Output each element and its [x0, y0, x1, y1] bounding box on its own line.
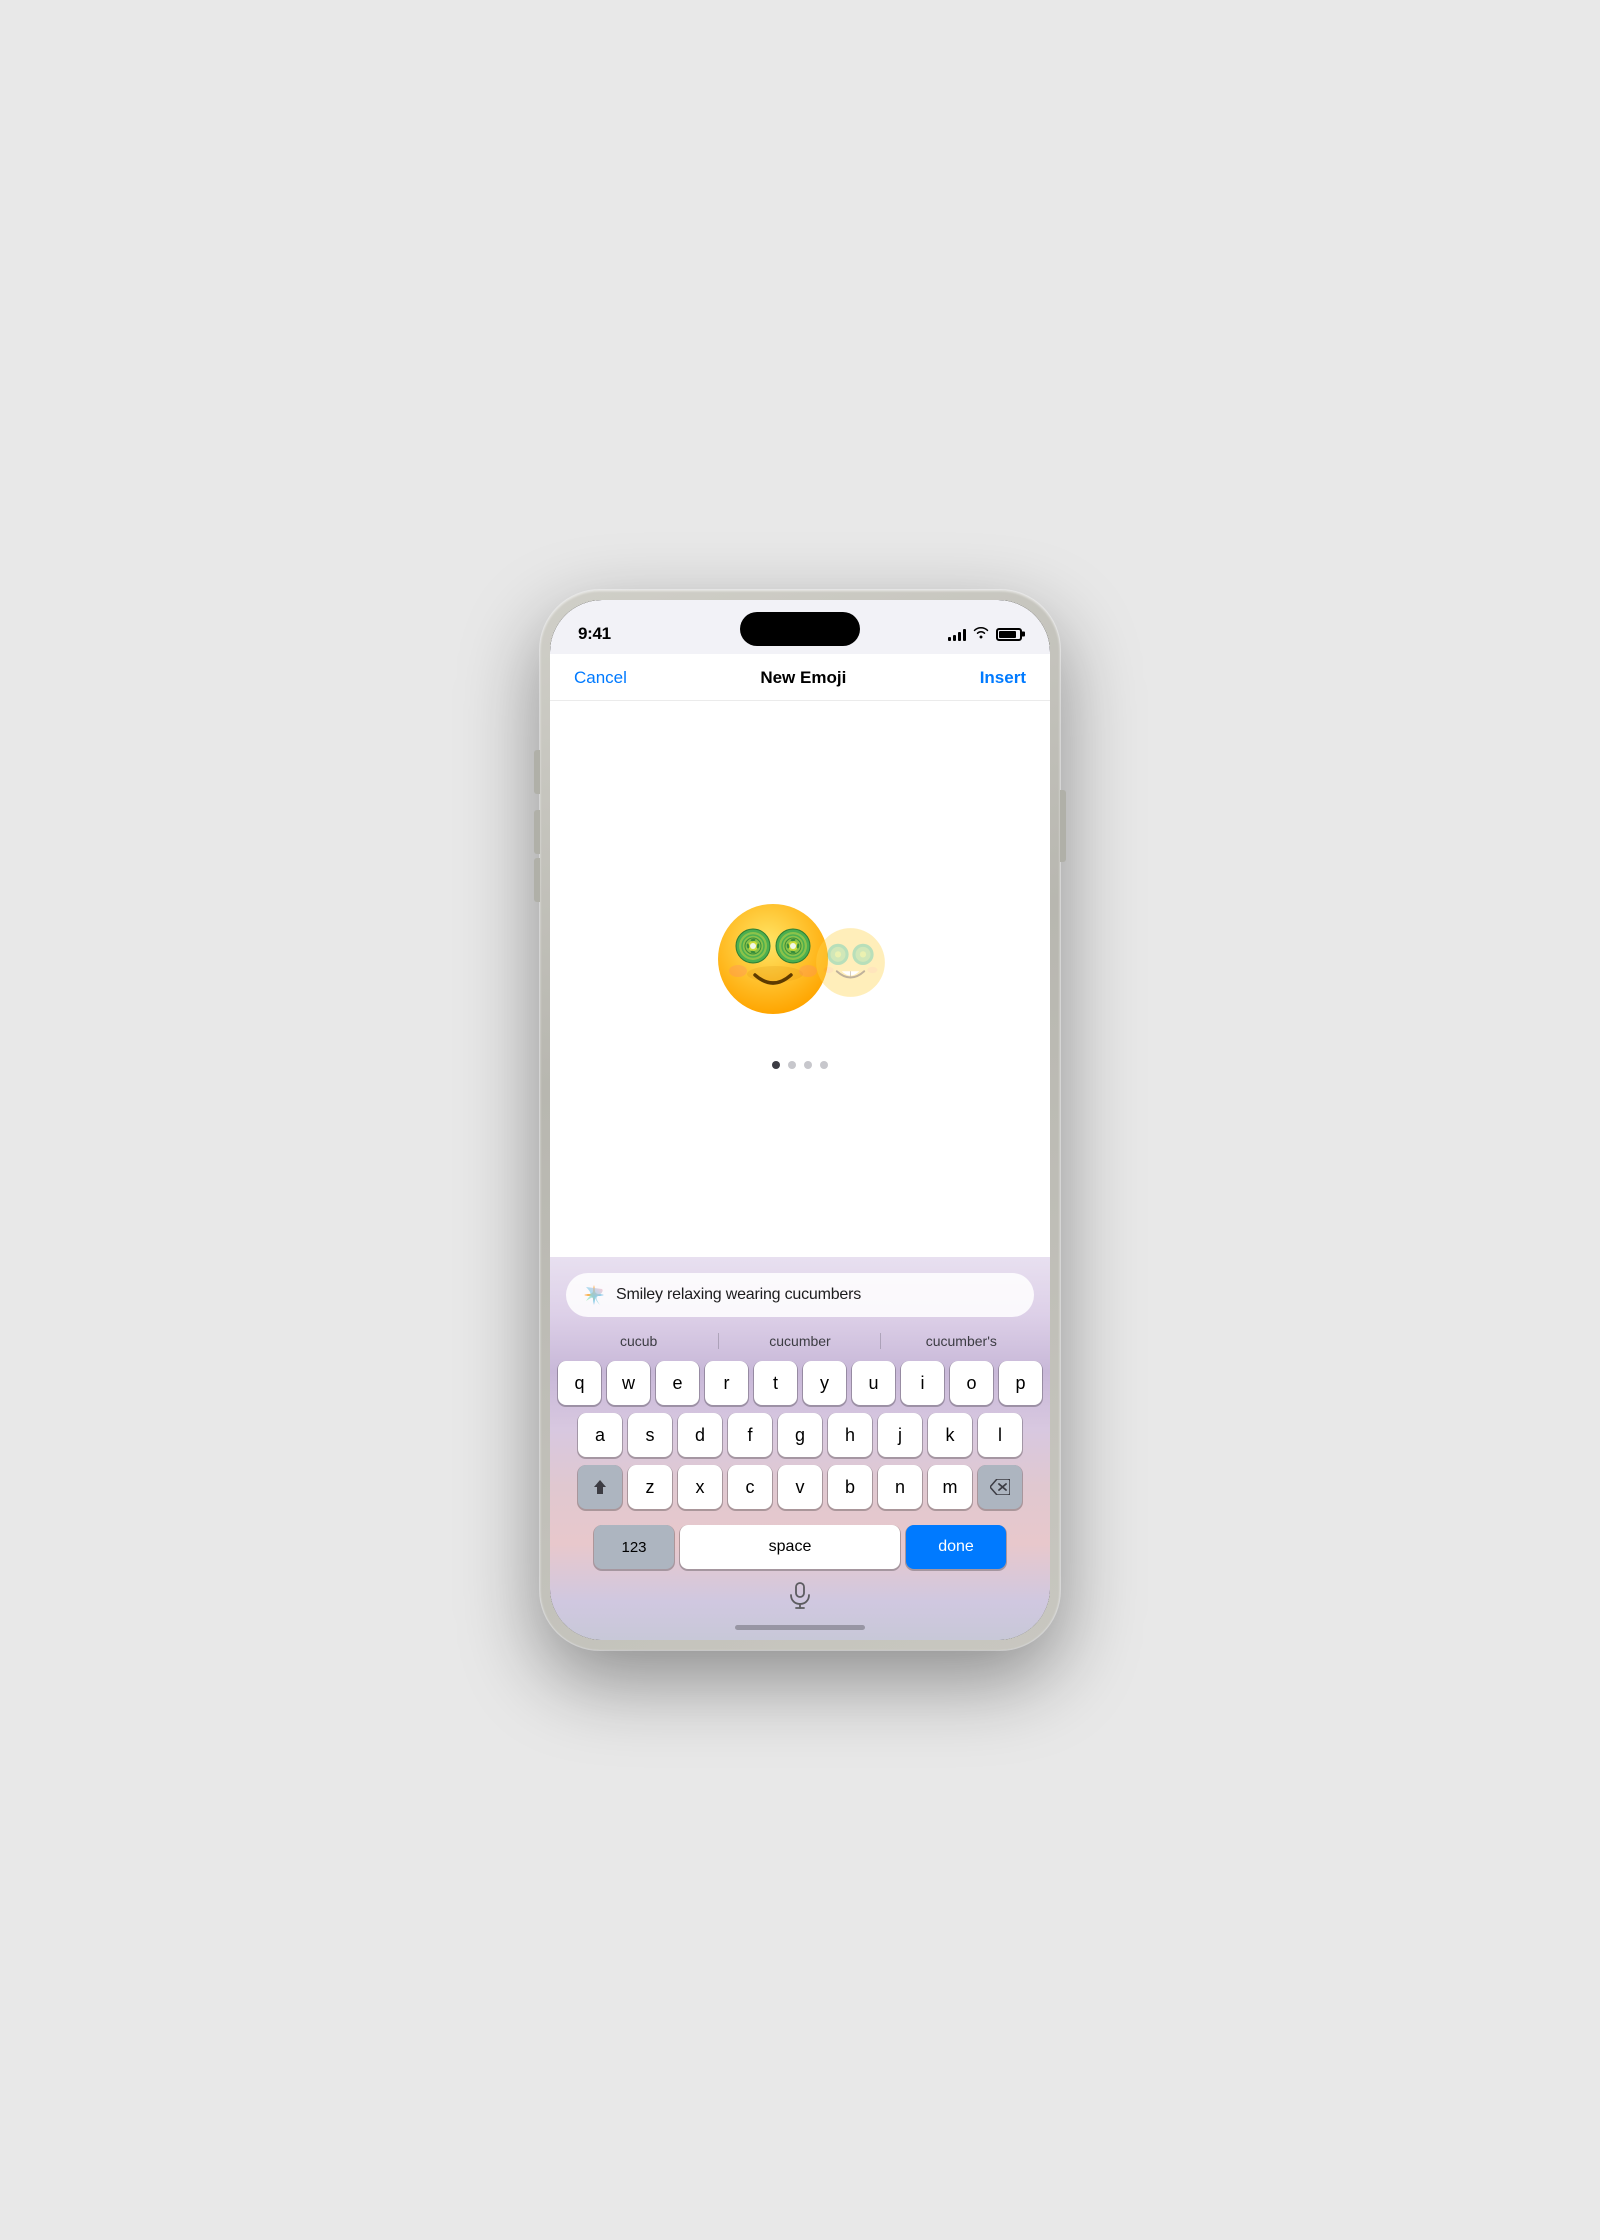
shift-key[interactable] — [578, 1465, 622, 1509]
key-row-1: q w e r t y u i o p — [558, 1361, 1042, 1405]
key-a[interactable]: a — [578, 1413, 622, 1457]
key-i[interactable]: i — [901, 1361, 944, 1405]
space-key[interactable]: space — [680, 1525, 900, 1569]
key-t[interactable]: t — [754, 1361, 797, 1405]
dynamic-island — [740, 612, 860, 646]
screen: 9:41 — [550, 600, 1050, 1640]
keyboard: q w e r t y u i o p a s — [550, 1357, 1050, 1575]
key-d[interactable]: d — [678, 1413, 722, 1457]
key-row-3: z x c v b n m — [558, 1465, 1042, 1509]
wifi-icon — [973, 626, 989, 642]
key-y[interactable]: y — [803, 1361, 846, 1405]
battery-fill — [999, 631, 1016, 638]
key-v[interactable]: v — [778, 1465, 822, 1509]
key-j[interactable]: j — [878, 1413, 922, 1457]
done-key[interactable]: done — [906, 1525, 1006, 1569]
search-input-wrap[interactable]: Smiley relaxing wearing cucumbers — [566, 1273, 1034, 1317]
key-x[interactable]: x — [678, 1465, 722, 1509]
emoji-carousel — [570, 889, 1030, 1047]
page-dot-1[interactable] — [772, 1061, 780, 1069]
delete-key[interactable] — [978, 1465, 1022, 1509]
page-dots — [772, 1061, 828, 1069]
signal-icon — [948, 628, 966, 641]
numbers-key[interactable]: 123 — [594, 1525, 674, 1569]
microphone-icon[interactable] — [786, 1581, 814, 1609]
secondary-emoji — [813, 925, 888, 1012]
autocomplete-item-1[interactable]: cucub — [558, 1327, 719, 1355]
key-h[interactable]: h — [828, 1413, 872, 1457]
key-c[interactable]: c — [728, 1465, 772, 1509]
page-title: New Emoji — [760, 668, 846, 688]
home-bar — [735, 1625, 865, 1630]
key-e[interactable]: e — [656, 1361, 699, 1405]
page-dot-3[interactable] — [804, 1061, 812, 1069]
key-r[interactable]: r — [705, 1361, 748, 1405]
key-n[interactable]: n — [878, 1465, 922, 1509]
key-b[interactable]: b — [828, 1465, 872, 1509]
key-w[interactable]: w — [607, 1361, 650, 1405]
nav-bar: Cancel New Emoji Insert — [550, 654, 1050, 701]
status-icons — [948, 626, 1022, 642]
key-k[interactable]: k — [928, 1413, 972, 1457]
keyboard-area: Smiley relaxing wearing cucumbers cucub … — [550, 1257, 1050, 1640]
battery-icon — [996, 628, 1022, 641]
phone-frame: 9:41 — [540, 590, 1060, 1650]
emoji-display-area — [550, 701, 1050, 1257]
apple-intelligence-icon — [582, 1283, 606, 1307]
key-p[interactable]: p — [999, 1361, 1042, 1405]
page-dot-2[interactable] — [788, 1061, 796, 1069]
cancel-button[interactable]: Cancel — [574, 668, 627, 688]
autocomplete-item-2[interactable]: cucumber — [719, 1327, 880, 1355]
key-z[interactable]: z — [628, 1465, 672, 1509]
key-f[interactable]: f — [728, 1413, 772, 1457]
insert-button[interactable]: Insert — [980, 668, 1026, 688]
key-row-2: a s d f g h j k l — [558, 1413, 1042, 1457]
key-u[interactable]: u — [852, 1361, 895, 1405]
key-l[interactable]: l — [978, 1413, 1022, 1457]
key-g[interactable]: g — [778, 1413, 822, 1457]
key-o[interactable]: o — [950, 1361, 993, 1405]
status-time: 9:41 — [578, 624, 611, 644]
search-input[interactable]: Smiley relaxing wearing cucumbers — [616, 1286, 1018, 1304]
mic-area — [550, 1575, 1050, 1619]
key-s[interactable]: s — [628, 1413, 672, 1457]
key-m[interactable]: m — [928, 1465, 972, 1509]
key-q[interactable]: q — [558, 1361, 601, 1405]
action-row: 123 space done — [558, 1517, 1042, 1575]
search-container: Smiley relaxing wearing cucumbers — [550, 1265, 1050, 1323]
autocomplete-item-3[interactable]: cucumber's — [881, 1327, 1042, 1355]
page-dot-4[interactable] — [820, 1061, 828, 1069]
home-indicator — [550, 1619, 1050, 1640]
phone-inner: 9:41 — [550, 600, 1050, 1640]
autocomplete-bar: cucub cucumber cucumber's — [550, 1323, 1050, 1357]
